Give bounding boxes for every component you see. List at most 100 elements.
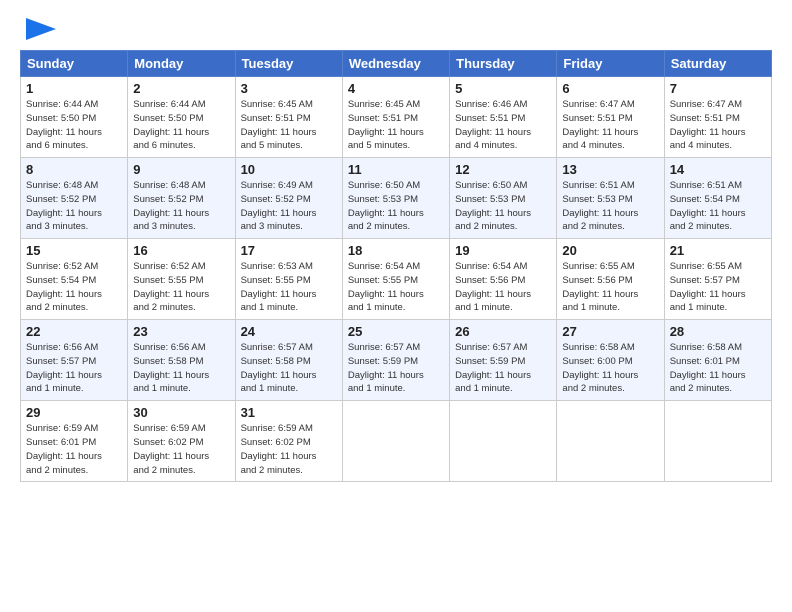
day-info: Sunrise: 6:45 AM Sunset: 5:51 PM Dayligh… [241, 98, 337, 153]
day-info: Sunrise: 6:44 AM Sunset: 5:50 PM Dayligh… [133, 98, 229, 153]
day-number: 28 [670, 324, 766, 339]
day-number: 30 [133, 405, 229, 420]
calendar-cell: 12Sunrise: 6:50 AM Sunset: 5:53 PM Dayli… [450, 158, 557, 239]
calendar-cell: 1Sunrise: 6:44 AM Sunset: 5:50 PM Daylig… [21, 77, 128, 158]
calendar-body: 1Sunrise: 6:44 AM Sunset: 5:50 PM Daylig… [21, 77, 772, 482]
calendar-week-row: 1Sunrise: 6:44 AM Sunset: 5:50 PM Daylig… [21, 77, 772, 158]
day-number: 14 [670, 162, 766, 177]
day-info: Sunrise: 6:58 AM Sunset: 6:00 PM Dayligh… [562, 341, 658, 396]
calendar-header: SundayMondayTuesdayWednesdayThursdayFrid… [21, 51, 772, 77]
calendar-cell: 13 Sunrise: 6:51 AM Sunset: 5:53 PM Dayli… [557, 158, 664, 239]
day-info: Sunrise: 6:52 AM Sunset: 5:54 PM Dayligh… [26, 260, 122, 315]
day-info: Sunrise: 6:55 AM Sunset: 5:57 PM Dayligh… [670, 260, 766, 315]
calendar-cell: 14 Sunrise: 6:51 AM Sunset: 5:54 PM Dayli… [664, 158, 771, 239]
day-info: Sunrise: 6:46 AM Sunset: 5:51 PM Dayligh… [455, 98, 551, 153]
day-info: Sunrise: 6:51 AM Sunset: 5:53 PM Dayligh… [562, 179, 658, 234]
day-info: Sunrise: 6:48 AM Sunset: 5:52 PM Dayligh… [133, 179, 229, 234]
calendar-cell: 16 Sunrise: 6:52 AM Sunset: 5:55 PM Dayli… [128, 239, 235, 320]
day-number: 16 [133, 243, 229, 258]
day-number: 17 [241, 243, 337, 258]
day-info: Sunrise: 6:47 AM Sunset: 5:51 PM Dayligh… [670, 98, 766, 153]
calendar-week-row: 29Sunrise: 6:59 AM Sunset: 6:01 PM Dayli… [21, 401, 772, 482]
calendar-cell: 22 Sunrise: 6:56 AM Sunset: 5:57 PM Dayli… [21, 320, 128, 401]
day-number: 26 [455, 324, 551, 339]
calendar-cell: 2 Sunrise: 6:44 AM Sunset: 5:50 PM Daylig… [128, 77, 235, 158]
calendar-week-row: 15 Sunrise: 6:52 AM Sunset: 5:54 PM Dayli… [21, 239, 772, 320]
day-info: Sunrise: 6:54 AM Sunset: 5:55 PM Dayligh… [348, 260, 444, 315]
day-info: Sunrise: 6:57 AM Sunset: 5:59 PM Dayligh… [348, 341, 444, 396]
day-info: Sunrise: 6:56 AM Sunset: 5:57 PM Dayligh… [26, 341, 122, 396]
day-number: 15 [26, 243, 122, 258]
page: SundayMondayTuesdayWednesdayThursdayFrid… [0, 0, 792, 494]
weekday-header-saturday: Saturday [664, 51, 771, 77]
calendar-week-row: 8 Sunrise: 6:48 AM Sunset: 5:52 PM Daylig… [21, 158, 772, 239]
day-number: 20 [562, 243, 658, 258]
calendar-cell: 27 Sunrise: 6:58 AM Sunset: 6:00 PM Dayli… [557, 320, 664, 401]
calendar-cell: 19 Sunrise: 6:54 AM Sunset: 5:56 PM Dayli… [450, 239, 557, 320]
day-number: 12 [455, 162, 551, 177]
day-info: Sunrise: 6:55 AM Sunset: 5:56 PM Dayligh… [562, 260, 658, 315]
calendar-cell: 23 Sunrise: 6:56 AM Sunset: 5:58 PM Dayli… [128, 320, 235, 401]
day-number: 5 [455, 81, 551, 96]
day-number: 3 [241, 81, 337, 96]
weekday-header-wednesday: Wednesday [342, 51, 449, 77]
calendar-cell: 30 Sunrise: 6:59 AM Sunset: 6:02 PM Dayli… [128, 401, 235, 482]
calendar-cell: 5 Sunrise: 6:46 AM Sunset: 5:51 PM Daylig… [450, 77, 557, 158]
day-info: Sunrise: 6:52 AM Sunset: 5:55 PM Dayligh… [133, 260, 229, 315]
day-info: Sunrise: 6:48 AM Sunset: 5:52 PM Dayligh… [26, 179, 122, 234]
calendar-cell: 6Sunrise: 6:47 AM Sunset: 5:51 PM Daylig… [557, 77, 664, 158]
day-number: 9 [133, 162, 229, 177]
calendar-cell: 18Sunrise: 6:54 AM Sunset: 5:55 PM Dayli… [342, 239, 449, 320]
day-number: 7 [670, 81, 766, 96]
day-number: 22 [26, 324, 122, 339]
day-info: Sunrise: 6:54 AM Sunset: 5:56 PM Dayligh… [455, 260, 551, 315]
weekday-header-thursday: Thursday [450, 51, 557, 77]
day-info: Sunrise: 6:59 AM Sunset: 6:02 PM Dayligh… [133, 422, 229, 477]
day-info: Sunrise: 6:53 AM Sunset: 5:55 PM Dayligh… [241, 260, 337, 315]
day-number: 27 [562, 324, 658, 339]
calendar-cell: 24Sunrise: 6:57 AM Sunset: 5:58 PM Dayli… [235, 320, 342, 401]
weekday-header-tuesday: Tuesday [235, 51, 342, 77]
calendar-cell: 29Sunrise: 6:59 AM Sunset: 6:01 PM Dayli… [21, 401, 128, 482]
calendar-cell [342, 401, 449, 482]
weekday-header-row: SundayMondayTuesdayWednesdayThursdayFrid… [21, 51, 772, 77]
calendar-cell: 25Sunrise: 6:57 AM Sunset: 5:59 PM Dayli… [342, 320, 449, 401]
day-info: Sunrise: 6:56 AM Sunset: 5:58 PM Dayligh… [133, 341, 229, 396]
day-number: 8 [26, 162, 122, 177]
header [20, 18, 772, 40]
calendar-cell: 4Sunrise: 6:45 AM Sunset: 5:51 PM Daylig… [342, 77, 449, 158]
day-info: Sunrise: 6:57 AM Sunset: 5:59 PM Dayligh… [455, 341, 551, 396]
day-info: Sunrise: 6:49 AM Sunset: 5:52 PM Dayligh… [241, 179, 337, 234]
day-number: 13 [562, 162, 658, 177]
logo [20, 18, 56, 40]
day-info: Sunrise: 6:57 AM Sunset: 5:58 PM Dayligh… [241, 341, 337, 396]
calendar-cell: 8 Sunrise: 6:48 AM Sunset: 5:52 PM Daylig… [21, 158, 128, 239]
day-info: Sunrise: 6:58 AM Sunset: 6:01 PM Dayligh… [670, 341, 766, 396]
day-number: 10 [241, 162, 337, 177]
day-number: 21 [670, 243, 766, 258]
day-number: 19 [455, 243, 551, 258]
day-number: 31 [241, 405, 337, 420]
weekday-header-friday: Friday [557, 51, 664, 77]
calendar-cell: 9 Sunrise: 6:48 AM Sunset: 5:52 PM Daylig… [128, 158, 235, 239]
day-info: Sunrise: 6:59 AM Sunset: 6:01 PM Dayligh… [26, 422, 122, 477]
day-info: Sunrise: 6:51 AM Sunset: 5:54 PM Dayligh… [670, 179, 766, 234]
calendar-cell: 21 Sunrise: 6:55 AM Sunset: 5:57 PM Dayli… [664, 239, 771, 320]
calendar-cell: 26 Sunrise: 6:57 AM Sunset: 5:59 PM Dayli… [450, 320, 557, 401]
weekday-header-monday: Monday [128, 51, 235, 77]
calendar-cell: 10 Sunrise: 6:49 AM Sunset: 5:52 PM Dayli… [235, 158, 342, 239]
day-number: 2 [133, 81, 229, 96]
calendar-cell [557, 401, 664, 482]
calendar-cell: 20 Sunrise: 6:55 AM Sunset: 5:56 PM Dayli… [557, 239, 664, 320]
calendar-cell: 31Sunrise: 6:59 AM Sunset: 6:02 PM Dayli… [235, 401, 342, 482]
calendar-cell: 17 Sunrise: 6:53 AM Sunset: 5:55 PM Dayli… [235, 239, 342, 320]
day-info: Sunrise: 6:50 AM Sunset: 5:53 PM Dayligh… [348, 179, 444, 234]
logo-arrow-icon [26, 18, 56, 40]
day-number: 4 [348, 81, 444, 96]
calendar-cell [450, 401, 557, 482]
calendar-cell: 28 Sunrise: 6:58 AM Sunset: 6:01 PM Dayli… [664, 320, 771, 401]
day-info: Sunrise: 6:47 AM Sunset: 5:51 PM Dayligh… [562, 98, 658, 153]
day-number: 23 [133, 324, 229, 339]
calendar-cell: 7 Sunrise: 6:47 AM Sunset: 5:51 PM Daylig… [664, 77, 771, 158]
calendar-cell [664, 401, 771, 482]
